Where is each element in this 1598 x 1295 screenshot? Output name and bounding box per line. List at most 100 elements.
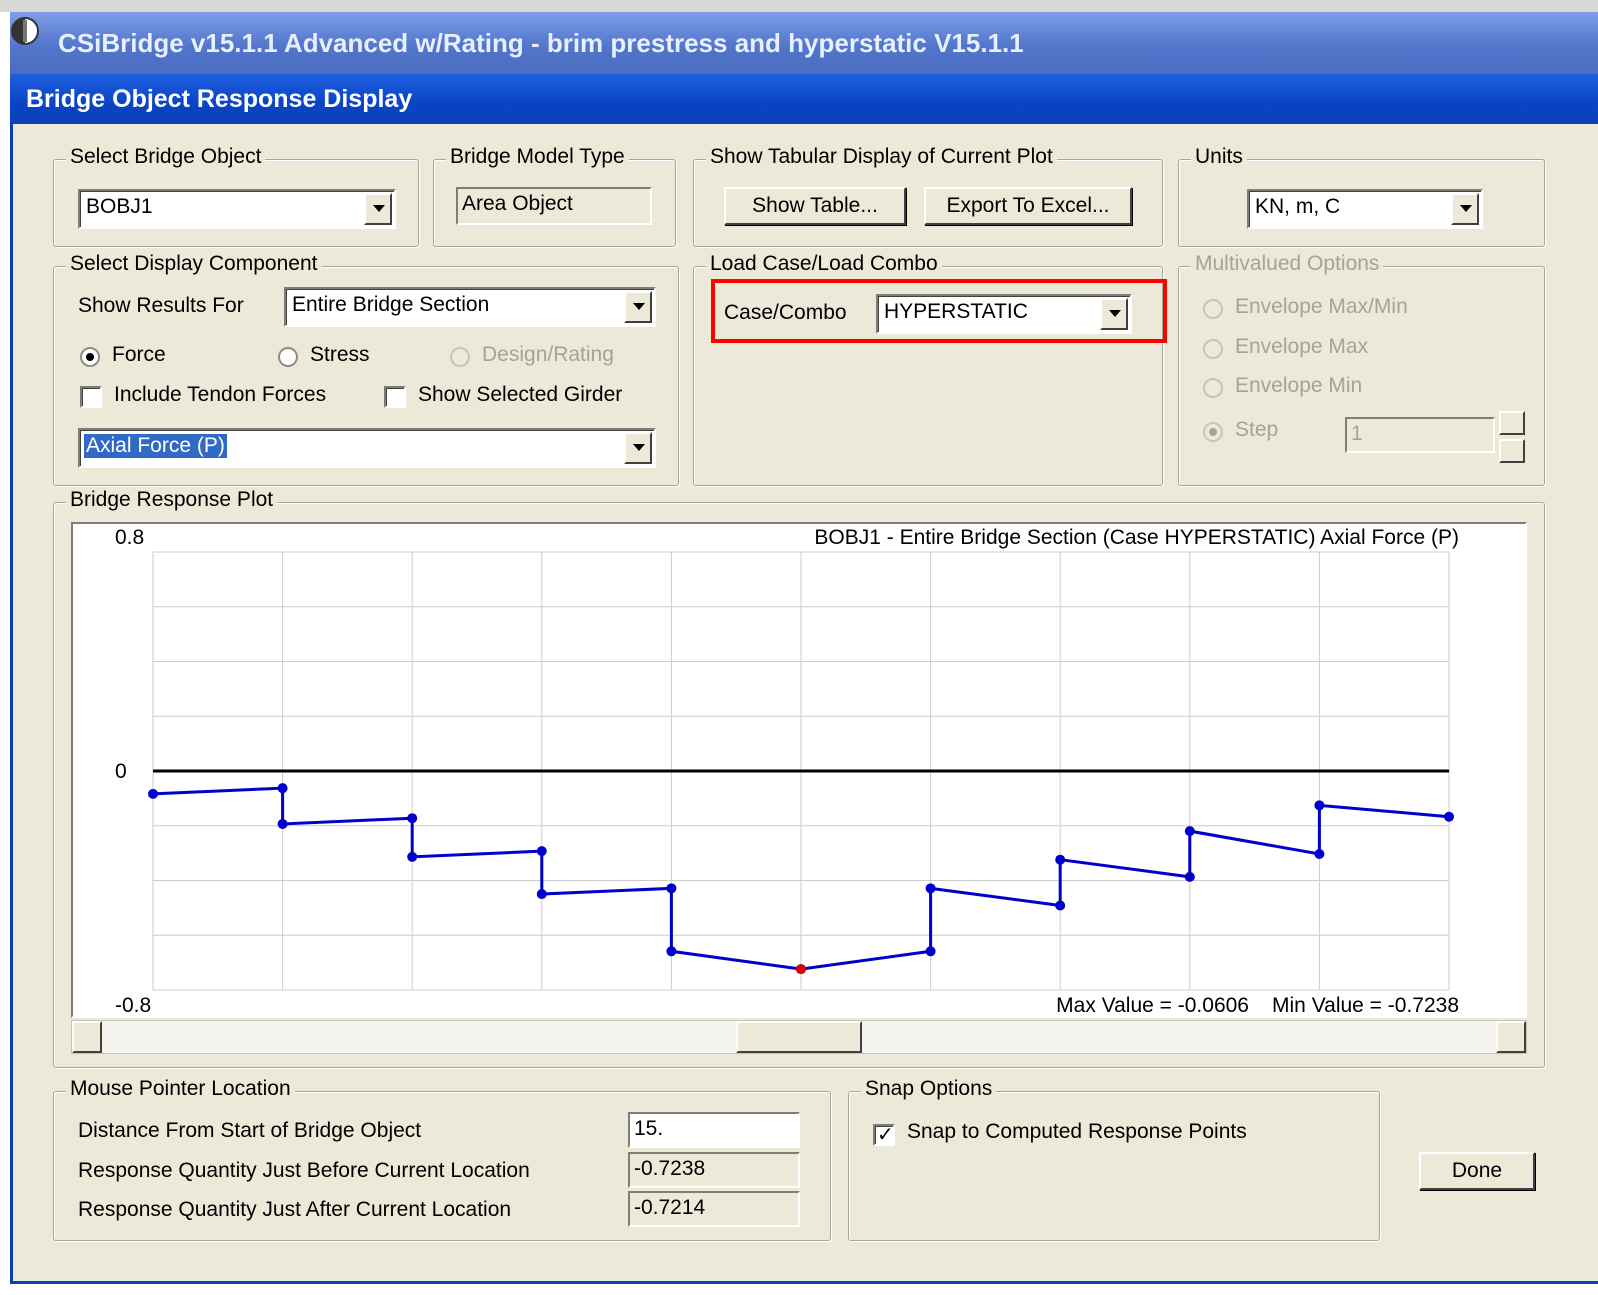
design-rating-label: Design/Rating [482, 343, 614, 366]
before-label: Response Quantity Just Before Current Lo… [78, 1159, 530, 1182]
data-point [277, 783, 288, 794]
done-button[interactable]: Done [1419, 1152, 1535, 1190]
chevron-down-icon[interactable] [624, 291, 652, 323]
show-results-label: Show Results For [78, 294, 244, 317]
chevron-down-icon[interactable] [624, 432, 652, 464]
step-radio [1203, 422, 1223, 442]
data-point [925, 946, 936, 957]
after-label: Response Quantity Just After Current Loc… [78, 1198, 512, 1221]
before-field: -0.7238 [628, 1152, 800, 1188]
dialog-title-bar: Bridge Object Response Display [10, 74, 1598, 124]
plot-horizontal-scrollbar[interactable] [71, 1020, 1527, 1054]
data-point [536, 846, 547, 857]
force-radio[interactable] [80, 347, 100, 367]
group-label: Multivalued Options [1191, 252, 1384, 276]
group-label: Units [1191, 145, 1247, 169]
show-table-button[interactable]: Show Table... [724, 187, 906, 225]
data-point [925, 883, 936, 894]
data-point [1055, 900, 1066, 911]
quantity-dropdown[interactable]: Axial Force (P) [78, 428, 656, 468]
plot-header: BOBJ1 - Entire Bridge Section (Case HYPE… [814, 526, 1459, 549]
step-up-icon [1499, 411, 1525, 435]
scroll-right-icon[interactable] [1496, 1021, 1526, 1053]
export-to-excel-button[interactable]: Export To Excel... [924, 187, 1132, 225]
include-tendon-checkbox[interactable] [80, 386, 102, 408]
data-point [407, 851, 418, 862]
group-label: Select Bridge Object [66, 145, 266, 169]
stress-radio[interactable] [278, 347, 298, 367]
group-mouse-pointer-location: Mouse Pointer Location Distance From Sta… [53, 1077, 831, 1241]
chevron-down-icon[interactable] [364, 193, 392, 225]
scroll-thumb[interactable] [736, 1021, 862, 1053]
y-tick-min: -0.8 [115, 994, 151, 1016]
quantity-value: Axial Force (P) [84, 434, 227, 458]
data-point [666, 946, 677, 957]
envelope-max-label: Envelope Max [1235, 335, 1369, 358]
group-label: Mouse Pointer Location [66, 1077, 295, 1101]
group-label: Bridge Model Type [446, 145, 629, 169]
bridge-object-dropdown[interactable]: BOBJ1 [78, 189, 396, 229]
data-point [1055, 854, 1066, 865]
design-rating-radio [450, 347, 470, 367]
units-dropdown[interactable]: KN, m, C [1247, 189, 1483, 229]
y-tick-zero: 0 [115, 760, 127, 783]
plot-grid [152, 551, 1450, 991]
group-label: Snap Options [861, 1077, 997, 1101]
group-label: Show Tabular Display of Current Plot [706, 145, 1057, 169]
show-girder-label: Show Selected Girder [418, 383, 623, 406]
force-label: Force [112, 343, 166, 366]
units-value: KN, m, C [1255, 195, 1341, 218]
data-point [1184, 871, 1195, 882]
group-snap-options: Snap Options Snap to Computed Response P… [848, 1077, 1380, 1241]
highlight-point [796, 964, 806, 975]
chevron-down-icon[interactable] [1451, 193, 1479, 225]
response-plot[interactable]: 0.8 0 -0.8 BOBJ1 - Entire Bridge Section… [71, 522, 1527, 1018]
envelope-max-radio [1203, 339, 1223, 359]
data-point [277, 818, 288, 829]
csibridge-logo-icon [11, 17, 39, 45]
envelope-maxmin-radio [1203, 299, 1223, 319]
group-multivalued-options: Multivalued Options Envelope Max/Min Env… [1178, 252, 1545, 486]
data-point [148, 788, 158, 799]
show-results-dropdown[interactable]: Entire Bridge Section [284, 287, 656, 327]
y-tick-max: 0.8 [115, 526, 144, 549]
group-label: Select Display Component [66, 252, 322, 276]
data-point [666, 883, 677, 894]
app-title: CSiBridge v15.1.1 Advanced w/Rating - br… [58, 28, 1024, 58]
group-bridge-model-type: Bridge Model Type Area Object [433, 145, 676, 247]
dialog-title: Bridge Object Response Display [26, 85, 413, 113]
envelope-min-label: Envelope Min [1235, 374, 1363, 397]
app-title-bar: CSiBridge v15.1.1 Advanced w/Rating - br… [10, 12, 1598, 74]
group-tabular-display: Show Tabular Display of Current Plot Sho… [693, 145, 1163, 247]
data-point [1184, 826, 1195, 837]
group-select-bridge-object: Select Bridge Object BOBJ1 [53, 145, 419, 247]
data-point [1314, 800, 1325, 811]
group-label: Bridge Response Plot [66, 488, 278, 512]
snap-checkbox[interactable] [873, 1122, 895, 1147]
data-point [1444, 811, 1454, 822]
min-value-label: Min Value = -0.7238 [1272, 994, 1459, 1016]
distance-field[interactable]: 15. [628, 1112, 800, 1148]
data-point [536, 889, 547, 900]
dialog-body: Select Bridge Object BOBJ1 Bridge Model … [10, 124, 1598, 1284]
group-display-component: Select Display Component Show Results Fo… [53, 252, 679, 486]
step-field: 1 [1345, 417, 1495, 453]
step-down-icon [1499, 439, 1525, 463]
after-field: -0.7214 [628, 1191, 800, 1227]
envelope-maxmin-label: Envelope Max/Min [1235, 295, 1408, 318]
snap-label: Snap to Computed Response Points [907, 1120, 1247, 1143]
data-point [1314, 848, 1325, 859]
max-value-label: Max Value = -0.0606 [1056, 994, 1249, 1016]
scroll-left-icon[interactable] [72, 1021, 102, 1053]
top-strip [0, 0, 1598, 12]
group-label: Load Case/Load Combo [706, 252, 942, 276]
show-results-value: Entire Bridge Section [292, 293, 490, 316]
distance-label: Distance From Start of Bridge Object [78, 1119, 422, 1142]
case-combo-highlight [711, 279, 1167, 343]
group-units: Units KN, m, C [1178, 145, 1545, 247]
data-point [407, 813, 418, 824]
model-type-field: Area Object [456, 187, 652, 225]
show-girder-checkbox[interactable] [384, 386, 406, 408]
include-tendon-label: Include Tendon Forces [114, 383, 327, 406]
response-plot-svg: 0.8 0 -0.8 BOBJ1 - Entire Bridge Section… [115, 526, 1459, 1016]
